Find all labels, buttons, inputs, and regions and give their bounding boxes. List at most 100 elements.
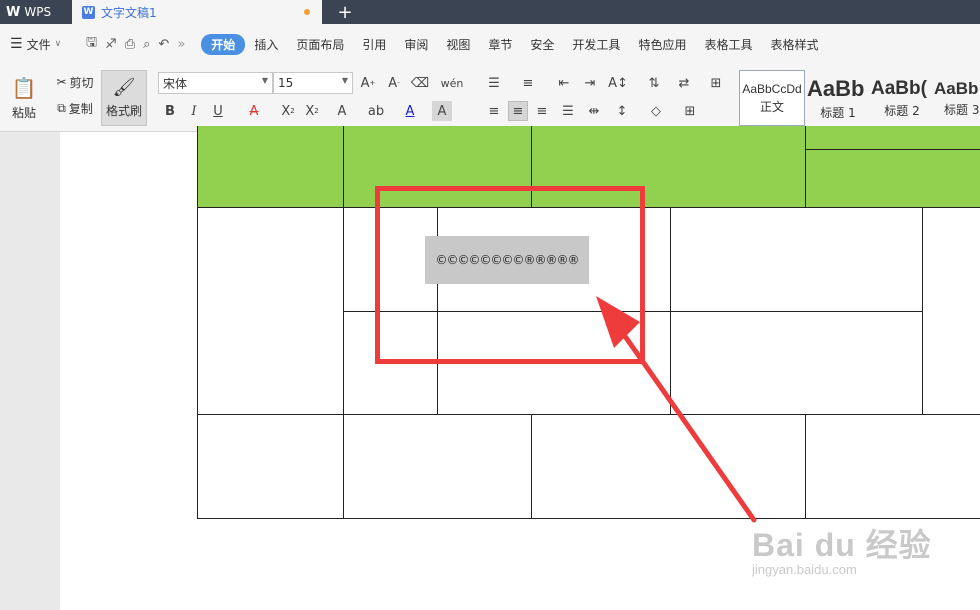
app-name: WPS	[24, 5, 52, 19]
style-heading-1[interactable]: AaBb 标题 1	[806, 70, 870, 126]
font-color-icon[interactable]: A	[400, 101, 420, 121]
hamburger-icon: ☰	[10, 36, 23, 52]
italic-icon[interactable]: I	[184, 101, 204, 121]
borders-icon[interactable]: ⊞	[680, 101, 700, 121]
new-tab-button[interactable]: +	[332, 0, 358, 24]
format-painter-button[interactable]: 🖌 格式刷	[101, 70, 147, 126]
format-painter-label: 格式刷	[105, 104, 142, 118]
font-size-select[interactable]: 15 ▼	[273, 72, 353, 94]
bullets-icon[interactable]: ☰	[484, 73, 504, 93]
paste-button[interactable]: 📋 粘贴	[6, 70, 42, 126]
print-preview-icon[interactable]: ⌕	[143, 37, 150, 52]
style-normal[interactable]: AaBbCcDd 正文	[739, 70, 805, 126]
style-name: 标题 2	[884, 103, 920, 118]
table-header-cell[interactable]	[197, 126, 344, 208]
subscript-icon[interactable]: X2	[302, 101, 322, 121]
file-menu-button[interactable]: ☰ 文件 ∨	[0, 36, 80, 53]
tab-insert[interactable]: 插入	[245, 36, 287, 53]
style-sample: AaBb	[934, 78, 979, 98]
bold-icon[interactable]: B	[160, 101, 180, 121]
font-name-select[interactable]: 宋体 ▼	[158, 72, 273, 94]
cut-button[interactable]: ✂ 剪切	[50, 72, 100, 92]
shading-icon[interactable]: ◇	[646, 101, 666, 121]
text-direction-icon[interactable]: A↕	[608, 73, 628, 93]
print-icon[interactable]: ⎙	[125, 37, 135, 52]
char-shading-icon[interactable]: A	[432, 101, 452, 121]
scissors-icon: ✂	[56, 75, 67, 89]
tab-view[interactable]: 视图	[437, 36, 479, 53]
font-size-value: 15	[278, 76, 294, 90]
align-right-icon[interactable]: ≡	[532, 101, 552, 121]
chevron-down-icon: ▼	[261, 76, 268, 85]
copy-label: 复制	[68, 101, 93, 116]
app-tab-wps[interactable]: W WPS	[0, 0, 70, 24]
text-effect-icon[interactable]: A	[332, 101, 352, 121]
distribute-icon[interactable]: ⇹	[584, 101, 604, 121]
table-cell[interactable]	[670, 207, 923, 312]
tab-security[interactable]: 安全	[521, 36, 563, 53]
watermark: Bai du 经验 jingyan.baidu.com	[752, 520, 932, 577]
table-cell[interactable]	[197, 414, 344, 519]
numbering-icon[interactable]: ≡	[518, 73, 538, 93]
sort-icon[interactable]: ⇅	[644, 73, 664, 93]
more-icon[interactable]: »	[177, 37, 185, 52]
tab-developer[interactable]: 开发工具	[563, 36, 629, 53]
tab-references[interactable]: 引用	[353, 36, 395, 53]
undo-icon[interactable]: ↶	[158, 37, 169, 52]
style-heading-3[interactable]: AaBb 标题 3	[934, 70, 980, 126]
menu-bar: ☰ 文件 ∨ 🖫 ♐ ⎙ ⌕ ↶ » 开始 插入 页面布局 引用 审阅 视图 章…	[0, 24, 980, 64]
tab-section[interactable]: 章节	[479, 36, 521, 53]
tab-document[interactable]: W 文字文稿1	[72, 0, 322, 24]
style-sample: AaBb	[807, 75, 865, 101]
justify-icon[interactable]: ☰	[558, 101, 578, 121]
highlight-icon[interactable]: ab	[366, 101, 386, 121]
shrink-font-icon[interactable]: A-	[384, 73, 404, 93]
table-cell[interactable]	[805, 414, 980, 519]
decrease-indent-icon[interactable]: ⇤	[554, 73, 574, 93]
chevron-down-icon: ∨	[54, 39, 62, 49]
show-marks-icon[interactable]: ⇄	[674, 73, 694, 93]
tab-special[interactable]: 特色应用	[629, 36, 695, 53]
clear-format-icon[interactable]: ⌫	[410, 73, 430, 93]
tab-review[interactable]: 审阅	[395, 36, 437, 53]
table-grid-icon[interactable]: ⊞	[706, 73, 726, 93]
tab-home[interactable]: 开始	[201, 33, 246, 55]
line-spacing-icon[interactable]: ↕	[612, 101, 632, 121]
increase-indent-icon[interactable]: ⇥	[580, 73, 600, 93]
phonetic-guide-icon[interactable]: wén	[438, 73, 466, 93]
style-name: 正文	[759, 99, 784, 114]
wps-logo-icon: W	[6, 4, 21, 20]
table-header-cell[interactable]	[805, 126, 980, 150]
table-cell[interactable]	[197, 207, 344, 415]
copy-icon: ⧉	[57, 100, 66, 115]
copy-button[interactable]: ⧉ 复制	[50, 98, 100, 118]
style-heading-2[interactable]: AaBb( 标题 2	[870, 70, 934, 126]
save-icon[interactable]: 🖫	[86, 33, 97, 55]
paint-brush-icon: 🖌	[112, 77, 136, 98]
superscript-icon[interactable]: X2	[278, 101, 298, 121]
align-left-icon[interactable]: ≡	[484, 101, 504, 121]
table-cell[interactable]	[922, 207, 980, 415]
quick-access-toolbar: 🖫 ♐ ⎙ ⌕ ↶ »	[80, 33, 185, 55]
style-sample: AaBb(	[871, 77, 927, 99]
align-center-icon[interactable]: ≡	[508, 101, 528, 121]
table-cell[interactable]	[343, 414, 532, 519]
table-cell[interactable]	[670, 311, 923, 415]
underline-icon[interactable]: U	[208, 101, 228, 121]
tab-page-layout[interactable]: 页面布局	[287, 36, 353, 53]
table-header-cell[interactable]	[805, 149, 980, 208]
style-sample: AaBbCcDd	[742, 81, 802, 96]
table-cell[interactable]	[531, 414, 806, 519]
paste-label: 粘贴	[11, 105, 36, 120]
strikethrough-icon[interactable]: A	[244, 101, 264, 121]
font-name-value: 宋体	[163, 76, 188, 91]
watermark-main: Bai du 经验	[752, 527, 932, 563]
tab-table-tools[interactable]: 表格工具	[695, 36, 761, 53]
ribbon-toolbar: 📋 粘贴 ✂ 剪切 ⧉ 复制 🖌 格式刷 宋体 ▼ 15 ▼ A + A- ⌫ w…	[0, 64, 980, 132]
document-tab-label: 文字文稿1	[101, 5, 157, 20]
grow-font-icon[interactable]: A +	[358, 73, 378, 93]
menu-tabs: 开始 插入 页面布局 引用 审阅 视图 章节 安全 开发工具 特色应用 表格工具…	[201, 33, 827, 55]
brush-icon[interactable]: ♐	[105, 37, 117, 52]
tab-table-style[interactable]: 表格样式	[761, 36, 827, 53]
title-bar: W WPS W 文字文稿1 +	[0, 0, 980, 24]
